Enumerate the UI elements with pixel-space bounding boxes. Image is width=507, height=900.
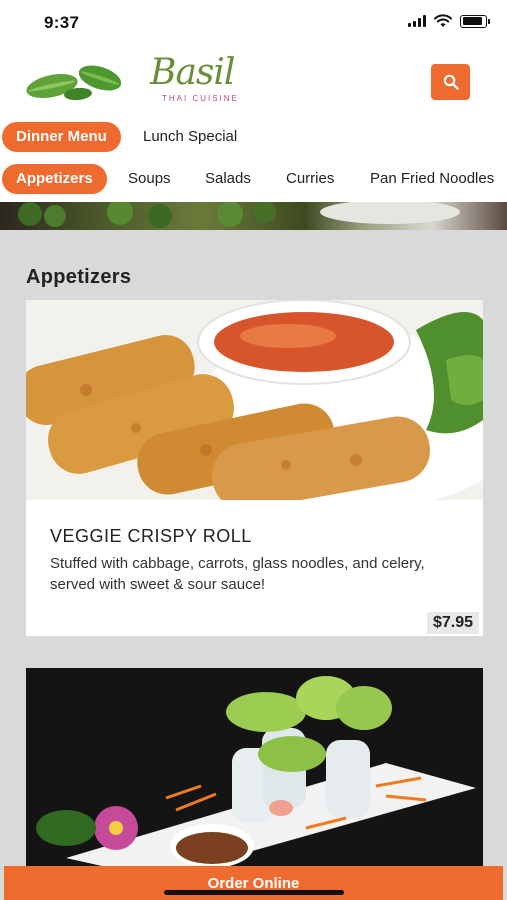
search-button[interactable] (431, 64, 470, 100)
menu-item-image (26, 668, 483, 868)
app-header: Basil THAI CUISINE (0, 46, 507, 120)
tab-appetizers[interactable]: Appetizers (2, 164, 107, 194)
order-online-label: Order Online (207, 874, 300, 892)
status-time: 9:37 (44, 13, 80, 32)
cellular-signal-icon (408, 15, 426, 27)
wifi-icon (434, 14, 452, 27)
basil-logo[interactable]: Basil THAI CUISINE (150, 52, 246, 108)
menu-item-description: Stuffed with cabbage, carrots, glass noo… (50, 555, 425, 593)
logo-subtext: THAI CUISINE (162, 94, 239, 103)
menu-item-image (26, 300, 483, 500)
section-title: Appetizers (26, 266, 132, 288)
tab-curries[interactable]: Curries (272, 164, 348, 194)
logo-word: Basil (150, 52, 235, 93)
tab-pan-fried-noodles[interactable]: Pan Fried Noodles (356, 164, 507, 194)
battery-icon (460, 14, 490, 28)
category-banner-image (0, 202, 507, 230)
menu-item-card[interactable]: VEGGIE CRISPY ROLL Stuffed with cabbage,… (26, 300, 483, 636)
basil-leaves-logo-image (26, 65, 122, 101)
tab-soups[interactable]: Soups (114, 164, 185, 194)
menu-item-price: $7.95 (426, 612, 479, 634)
home-indicator[interactable] (164, 890, 344, 895)
status-bar: 9:37 (0, 0, 507, 46)
search-icon (443, 74, 459, 90)
battery-level (462, 17, 483, 25)
tab-salads[interactable]: Salads (191, 164, 265, 194)
menu-item-name: VEGGIE CRISPY ROLL (50, 526, 252, 546)
category-tabs: Appetizers Soups Salads Curries Pan Frie… (0, 158, 507, 202)
menu-item-card[interactable] (26, 668, 483, 868)
status-icons (408, 14, 490, 28)
tab-dinner-menu[interactable]: Dinner Menu (2, 122, 121, 152)
menu-type-tabs: Dinner Menu Lunch Special (0, 120, 507, 158)
broccoli-banner-art (18, 202, 460, 228)
tab-lunch-special[interactable]: Lunch Special (129, 122, 251, 152)
